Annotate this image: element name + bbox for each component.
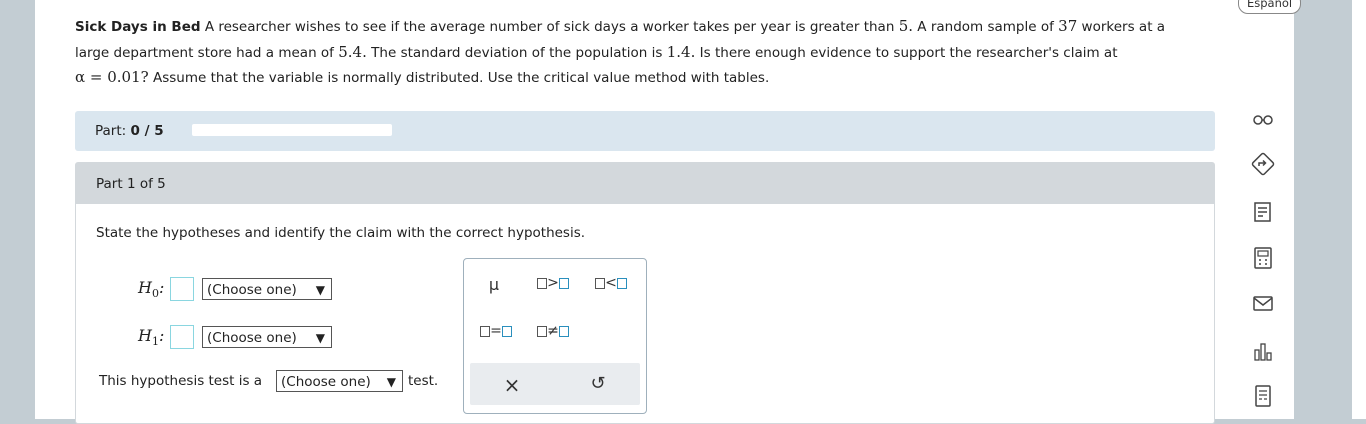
- scrollbar-track[interactable]: [1352, 0, 1366, 419]
- textbook-icon[interactable]: [1250, 199, 1276, 225]
- problem-text: Is there enough evidence to support the …: [699, 44, 1118, 61]
- part-progress-label: Part: 0 / 5: [95, 123, 164, 139]
- part-instruction: State the hypotheses and identify the cl…: [96, 225, 586, 241]
- math-symbol-palette: μ > < = ≠ × ↺: [463, 258, 647, 414]
- equals-button[interactable]: =: [474, 323, 518, 339]
- problem-text: A random sample of: [917, 19, 1054, 35]
- not-equal-button[interactable]: ≠: [531, 323, 575, 339]
- problem-statement: Sick Days in Bed A researcher wishes to …: [75, 14, 1220, 91]
- problem-text: large department store had a mean of: [75, 44, 334, 61]
- calculator-icon[interactable]: [1250, 245, 1276, 271]
- dropdown-arrow-icon: ▼: [386, 375, 396, 389]
- alternative-hypothesis-input[interactable]: [170, 325, 194, 349]
- undo-icon: ↺: [590, 373, 606, 394]
- direction-sign-icon[interactable]: [1250, 151, 1276, 177]
- sample-size: 37: [1058, 17, 1078, 35]
- language-toggle[interactable]: Español: [1238, 0, 1302, 14]
- null-hypothesis-claim-select[interactable]: (Choose one) ▼: [202, 278, 332, 300]
- progress-track: [192, 124, 392, 136]
- dropdown-arrow-icon: ▼: [315, 331, 325, 345]
- problem-text: workers at a: [1081, 19, 1166, 35]
- problem-text: Assume that the variable is normally dis…: [152, 70, 770, 86]
- glasses-icon[interactable]: [1250, 106, 1276, 132]
- population-sd: 1.4.: [666, 42, 696, 61]
- part-header: Part 1 of 5: [76, 163, 1214, 204]
- hypothesized-mean: 5.: [898, 17, 913, 35]
- test-suffix: test.: [408, 373, 439, 389]
- null-hypothesis-input[interactable]: [170, 277, 194, 301]
- problem-text: The standard deviation of the population…: [371, 44, 663, 61]
- part-progress-bar: Part: 0 / 5: [75, 111, 1215, 151]
- close-icon: ×: [503, 373, 521, 397]
- clear-button[interactable]: ×: [490, 373, 534, 397]
- dropdown-arrow-icon: ▼: [315, 283, 325, 297]
- alternative-hypothesis-claim-select[interactable]: (Choose one) ▼: [202, 326, 332, 348]
- problem-title: Sick Days in Bed: [75, 19, 201, 35]
- greater-than-button[interactable]: >: [531, 275, 575, 291]
- part-progress-value: 0 / 5: [130, 123, 164, 139]
- test-type-select[interactable]: (Choose one) ▼: [276, 370, 403, 392]
- mu-button[interactable]: μ: [472, 275, 516, 294]
- significance-level: α = 0.01?: [75, 68, 149, 86]
- data-table-icon[interactable]: [1250, 383, 1276, 409]
- alternative-hypothesis-label: H1:: [138, 326, 165, 349]
- palette-actions: × ↺: [470, 363, 640, 405]
- null-hypothesis-label: H0:: [138, 278, 165, 301]
- test-type-line: This hypothesis test is a: [99, 373, 263, 389]
- undo-button[interactable]: ↺: [576, 373, 620, 394]
- less-than-button[interactable]: <: [589, 275, 633, 291]
- mail-icon[interactable]: [1250, 290, 1276, 316]
- problem-text: A researcher wishes to see if the averag…: [204, 19, 895, 35]
- bar-chart-icon[interactable]: [1250, 338, 1276, 364]
- sample-mean: 5.4.: [338, 42, 367, 61]
